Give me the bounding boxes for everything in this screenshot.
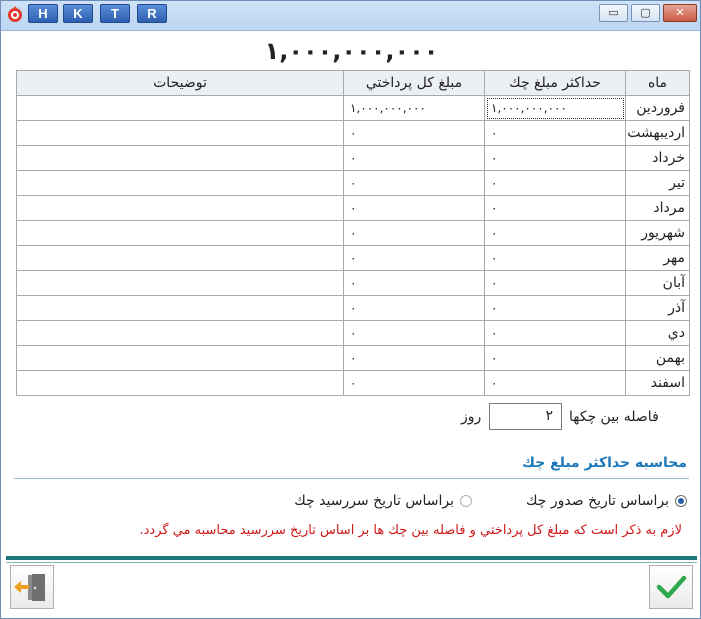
notes-cell[interactable] xyxy=(16,120,344,146)
total-payment-cell[interactable]: ۰ xyxy=(343,320,485,346)
max-check-cell[interactable]: ۰ xyxy=(484,370,626,396)
total-amount: ۱,۰۰۰,۰۰۰,۰۰۰ xyxy=(264,37,439,65)
radio-selected-icon xyxy=(675,495,687,507)
max-check-cell[interactable]: ۰ xyxy=(484,195,626,221)
month-cell[interactable]: ارديبهشت xyxy=(625,120,690,146)
title-bar: H K T R ▭ ▢ ✕ xyxy=(1,1,700,31)
total-payment-cell[interactable]: ۰ xyxy=(343,195,485,221)
radio-unselected-icon xyxy=(460,495,472,507)
max-check-cell[interactable]: ۰ xyxy=(484,120,626,146)
close-button[interactable]: ✕ xyxy=(663,4,697,22)
hotkey-k-button[interactable]: K xyxy=(63,4,93,23)
month-cell[interactable]: فروردين xyxy=(625,95,690,121)
total-payment-cell[interactable]: ۰ xyxy=(343,145,485,171)
ok-button[interactable] xyxy=(649,565,693,609)
month-cell[interactable]: مرداد xyxy=(625,195,690,221)
header-notes: توضيحات xyxy=(16,70,344,96)
calc-section-title: محاسبه حداکثر مبلغ چك xyxy=(522,455,687,471)
total-payment-cell[interactable]: ۰ xyxy=(343,295,485,321)
app-logo-icon xyxy=(8,6,22,22)
max-check-cell[interactable]: ۰ xyxy=(484,320,626,346)
table-row[interactable]: مرداد ۰ ۰ xyxy=(16,195,690,221)
month-cell[interactable]: آبان xyxy=(625,270,690,296)
total-payment-cell[interactable]: ۰ xyxy=(343,245,485,271)
radio-due-date[interactable]: براساس تاريخ سررسيد چك xyxy=(294,493,472,509)
table-row[interactable]: شهريور ۰ ۰ xyxy=(16,220,690,246)
hotkey-h-button[interactable]: H xyxy=(28,4,58,23)
month-cell[interactable]: آذر xyxy=(625,295,690,321)
max-check-cell[interactable]: ۰ xyxy=(484,345,626,371)
hotkey-t-button[interactable]: T xyxy=(100,4,130,23)
radio-issue-date[interactable]: براساس تاريخ صدور چك xyxy=(526,493,687,509)
notes-cell[interactable] xyxy=(16,170,344,196)
footer-rule xyxy=(6,556,697,560)
minimize-button[interactable]: ▭ xyxy=(599,4,628,22)
calc-note: لازم به ذکر است که مبلغ کل پرداختي و فاص… xyxy=(139,523,682,538)
notes-cell[interactable] xyxy=(16,95,344,121)
table-row[interactable]: آذر ۰ ۰ xyxy=(16,295,690,321)
check-gap-input[interactable]: ۲ xyxy=(489,403,562,430)
table-row[interactable]: دي ۰ ۰ xyxy=(16,320,690,346)
header-total-payment: مبلغ کل پرداختي xyxy=(343,70,485,96)
check-gap-label: فاصله بين چکها xyxy=(569,409,659,425)
monthly-table: ماه حداکثر مبلغ چك مبلغ کل پرداختي توضيح… xyxy=(16,70,690,396)
month-cell[interactable]: بهمن xyxy=(625,345,690,371)
hotkey-r-button[interactable]: R xyxy=(137,4,167,23)
month-cell[interactable]: تير xyxy=(625,170,690,196)
checkmark-icon xyxy=(656,575,687,599)
notes-cell[interactable] xyxy=(16,270,344,296)
max-check-cell[interactable]: ۰ xyxy=(484,295,626,321)
radio-due-date-label: براساس تاريخ سررسيد چك xyxy=(294,493,454,509)
max-check-cell[interactable]: ۱,۰۰۰,۰۰۰,۰۰۰ xyxy=(484,95,626,121)
exit-door-icon xyxy=(14,574,45,601)
notes-cell[interactable] xyxy=(16,370,344,396)
notes-cell[interactable] xyxy=(16,195,344,221)
check-gap-unit: روز xyxy=(461,409,482,425)
table-row[interactable]: بهمن ۰ ۰ xyxy=(16,345,690,371)
max-check-cell[interactable]: ۰ xyxy=(484,220,626,246)
table-row[interactable]: اسفند ۰ ۰ xyxy=(16,370,690,396)
month-cell[interactable]: خرداد xyxy=(625,145,690,171)
total-payment-cell[interactable]: ۰ xyxy=(343,170,485,196)
table-row[interactable]: فروردين ۱,۰۰۰,۰۰۰,۰۰۰ ۱,۰۰۰,۰۰۰,۰۰۰ xyxy=(16,95,690,121)
month-cell[interactable]: مهر xyxy=(625,245,690,271)
notes-cell[interactable] xyxy=(16,295,344,321)
footer-rule-thin xyxy=(6,562,697,563)
total-payment-cell[interactable]: ۰ xyxy=(343,270,485,296)
total-payment-cell[interactable]: ۰ xyxy=(343,370,485,396)
month-cell[interactable]: دي xyxy=(625,320,690,346)
table-header-row: ماه حداکثر مبلغ چك مبلغ کل پرداختي توضيح… xyxy=(16,70,690,96)
month-cell[interactable]: اسفند xyxy=(625,370,690,396)
dialog-window: H K T R ▭ ▢ ✕ ۱,۰۰۰,۰۰۰,۰۰۰ ماه حداکثر م… xyxy=(0,0,701,619)
total-payment-cell[interactable]: ۰ xyxy=(343,120,485,146)
notes-cell[interactable] xyxy=(16,220,344,246)
notes-cell[interactable] xyxy=(16,145,344,171)
max-check-cell[interactable]: ۰ xyxy=(484,170,626,196)
notes-cell[interactable] xyxy=(16,320,344,346)
total-payment-cell[interactable]: ۰ xyxy=(343,220,485,246)
table-row[interactable]: ارديبهشت ۰ ۰ xyxy=(16,120,690,146)
section-divider xyxy=(14,478,689,479)
table-row[interactable]: آبان ۰ ۰ xyxy=(16,270,690,296)
header-month: ماه xyxy=(625,70,690,96)
max-check-cell[interactable]: ۰ xyxy=(484,270,626,296)
month-cell[interactable]: شهريور xyxy=(625,220,690,246)
total-payment-cell[interactable]: ۰ xyxy=(343,345,485,371)
max-check-cell[interactable]: ۰ xyxy=(484,245,626,271)
notes-cell[interactable] xyxy=(16,345,344,371)
radio-issue-date-label: براساس تاريخ صدور چك xyxy=(525,493,669,509)
table-row[interactable]: خرداد ۰ ۰ xyxy=(16,145,690,171)
max-check-cell[interactable]: ۰ xyxy=(484,145,626,171)
table-row[interactable]: مهر ۰ ۰ xyxy=(16,245,690,271)
total-payment-cell[interactable]: ۱,۰۰۰,۰۰۰,۰۰۰ xyxy=(343,95,485,121)
table-row[interactable]: تير ۰ ۰ xyxy=(16,170,690,196)
check-gap-row: فاصله بين چکها ۲ روز xyxy=(461,403,671,431)
exit-button[interactable] xyxy=(10,565,54,609)
maximize-button[interactable]: ▢ xyxy=(631,4,660,22)
header-max-check: حداکثر مبلغ چك xyxy=(484,70,626,96)
notes-cell[interactable] xyxy=(16,245,344,271)
